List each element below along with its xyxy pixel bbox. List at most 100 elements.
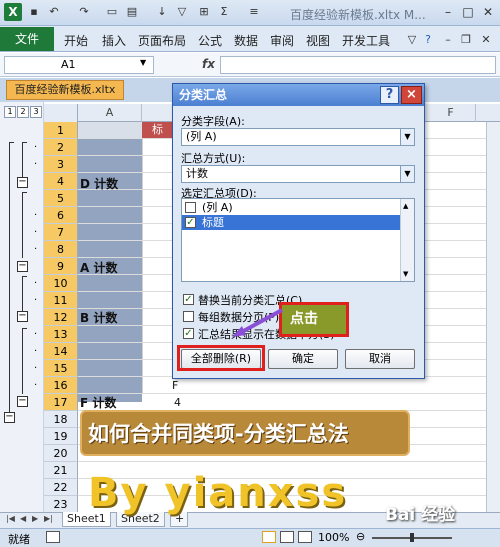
sort-icon[interactable]: ↓ <box>154 4 170 20</box>
row-header[interactable]: 5 <box>44 190 78 207</box>
row-header[interactable]: 6 <box>44 207 78 224</box>
collapse-group-a-button[interactable]: − <box>17 261 28 272</box>
collapse-group-f-button[interactable]: − <box>17 396 28 407</box>
tab-formulas[interactable]: 公式 <box>198 32 222 49</box>
collapse-all-button[interactable]: − <box>4 412 15 423</box>
zoom-slider-thumb[interactable] <box>410 533 414 542</box>
row-header[interactable]: 15 <box>44 360 78 377</box>
row-header[interactable]: 18 <box>44 411 78 428</box>
row-header[interactable]: 2 <box>44 139 78 156</box>
row-header[interactable]: 4 <box>44 173 78 190</box>
wb-restore-icon[interactable]: ❐ <box>458 32 474 48</box>
tab-data[interactable]: 数据 <box>234 32 258 49</box>
row-header[interactable]: 10 <box>44 275 78 292</box>
row-header[interactable]: 7 <box>44 224 78 241</box>
zoom-out-icon[interactable]: ⊖ <box>356 530 365 543</box>
replace-current-checkbox[interactable]: ✓ <box>183 294 194 305</box>
borders-icon[interactable]: ⊞ <box>196 4 212 20</box>
collapse-group-b-button[interactable]: − <box>17 311 28 322</box>
row-header[interactable]: 9 <box>44 258 78 275</box>
outline-level-3-button[interactable]: 3 <box>30 106 42 118</box>
print-preview-icon[interactable]: ▭ <box>104 4 120 20</box>
select-all-corner[interactable] <box>44 104 78 122</box>
first-sheet-icon[interactable]: |◀ <box>6 514 15 523</box>
row-header[interactable]: 11 <box>44 292 78 309</box>
excel-logo-icon[interactable]: X <box>4 3 22 21</box>
chevron-down-icon[interactable]: ▼ <box>400 166 414 182</box>
group-label-f[interactable]: F 计数 <box>80 394 116 411</box>
minimize-icon[interactable]: – <box>438 2 458 22</box>
cancel-button[interactable]: 取消 <box>345 349 415 369</box>
undo-icon[interactable]: ↶ <box>46 4 62 20</box>
format-icon[interactable]: ▤ <box>124 4 140 20</box>
page-break-checkbox[interactable] <box>183 311 194 322</box>
workbook-tab[interactable]: 百度经验新模板.xltx <box>6 80 124 100</box>
column-header-f[interactable]: F <box>426 104 476 122</box>
zoom-level[interactable]: 100% <box>318 531 349 544</box>
group-label-a[interactable]: A 计数 <box>80 259 117 276</box>
tab-insert[interactable]: 插入 <box>102 32 126 49</box>
function-select[interactable]: 计数 <box>181 165 415 183</box>
wb-minimize-icon[interactable]: – <box>440 32 456 48</box>
scroll-down-icon[interactable]: ▼ <box>403 270 408 278</box>
tab-review[interactable]: 审阅 <box>270 32 294 49</box>
row-header[interactable]: 1 <box>44 122 78 139</box>
row-header[interactable]: 17 <box>44 394 78 411</box>
close-window-icon[interactable]: ✕ <box>478 2 498 22</box>
save-icon[interactable]: ▪ <box>26 4 42 20</box>
row-header[interactable]: 21 <box>44 462 78 479</box>
autosum-icon[interactable]: Σ <box>216 4 232 20</box>
dialog-help-button[interactable]: ? <box>380 86 399 104</box>
group-count-f[interactable]: 4 <box>174 396 181 409</box>
insert-function-icon[interactable]: fx <box>202 57 215 71</box>
file-tab[interactable]: 文件 <box>0 27 54 51</box>
scroll-up-icon[interactable]: ▲ <box>403 202 408 210</box>
chevron-down-icon[interactable]: ▼ <box>400 129 414 145</box>
tab-home[interactable]: 开始 <box>64 32 88 49</box>
minimize-ribbon-icon[interactable]: ▽ <box>404 32 420 48</box>
tab-page-layout[interactable]: 页面布局 <box>138 32 186 49</box>
row-header[interactable]: 8 <box>44 241 78 258</box>
help-icon[interactable]: ? <box>420 32 436 48</box>
tab-developer[interactable]: 开发工具 <box>342 32 390 49</box>
row-header[interactable]: 12 <box>44 309 78 326</box>
cell-a1[interactable] <box>78 122 142 138</box>
row-header[interactable]: 14 <box>44 343 78 360</box>
row-header[interactable]: 23 <box>44 496 78 513</box>
tab-view[interactable]: 视图 <box>306 32 330 49</box>
wb-close-icon[interactable]: ✕ <box>478 32 494 48</box>
row-header[interactable]: 3 <box>44 156 78 173</box>
list-item[interactable]: 标题 <box>182 215 400 230</box>
ok-button[interactable]: 确定 <box>268 349 338 369</box>
formula-input[interactable] <box>220 56 496 74</box>
cell-b16[interactable]: F <box>172 379 178 392</box>
customize-icon[interactable]: ≡ <box>246 4 262 20</box>
row-header[interactable]: 22 <box>44 479 78 496</box>
group-field-select[interactable]: (列 A) <box>181 128 415 146</box>
row-header[interactable]: 20 <box>44 445 78 462</box>
list-scrollbar[interactable] <box>400 199 414 281</box>
normal-view-icon[interactable] <box>262 531 276 543</box>
redo-icon[interactable]: ↷ <box>76 4 92 20</box>
last-sheet-icon[interactable]: ▶| <box>44 514 53 523</box>
vertical-scrollbar[interactable] <box>486 122 500 512</box>
dialog-close-button[interactable]: × <box>401 86 422 104</box>
outline-level-2-button[interactable]: 2 <box>17 106 29 118</box>
macro-record-icon[interactable] <box>46 531 60 543</box>
filter-icon[interactable]: ▽ <box>174 4 190 20</box>
maximize-icon[interactable]: □ <box>458 2 478 22</box>
name-box[interactable]: A1 <box>4 56 154 74</box>
group-label-b[interactable]: B 计数 <box>80 309 117 326</box>
row-header[interactable]: 16 <box>44 377 78 394</box>
page-break-view-icon[interactable] <box>298 531 312 543</box>
page-layout-view-icon[interactable] <box>280 531 294 543</box>
summary-below-checkbox[interactable]: ✓ <box>183 328 194 339</box>
column-header-a[interactable]: A <box>78 104 142 122</box>
collapse-group-d-button[interactable]: − <box>17 177 28 188</box>
row-header[interactable]: 19 <box>44 428 78 445</box>
group-label-d[interactable]: D 计数 <box>80 175 118 192</box>
next-sheet-icon[interactable]: ▶ <box>32 514 38 523</box>
row-header[interactable]: 13 <box>44 326 78 343</box>
outline-level-1-button[interactable]: 1 <box>4 106 16 118</box>
name-box-dropdown-icon[interactable]: ▼ <box>140 58 146 67</box>
